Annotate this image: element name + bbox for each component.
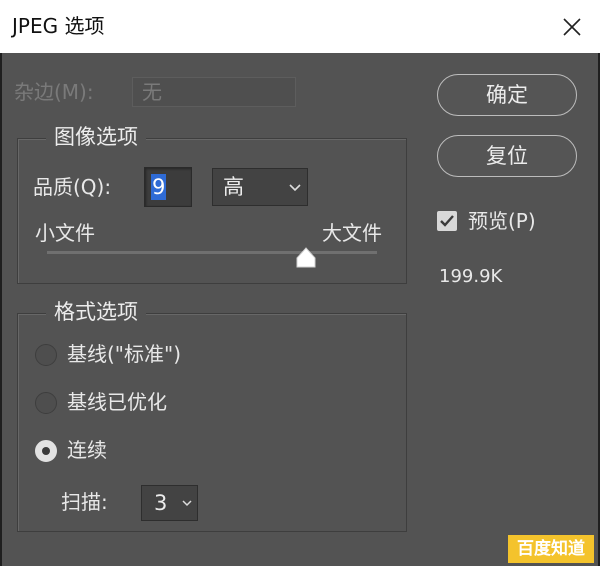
quality-label: 品质(Q):: [33, 175, 112, 199]
watermark-logo: 百度知道: [508, 535, 594, 563]
radio-label-progressive: 连续: [67, 438, 107, 462]
reset-button[interactable]: 复位: [437, 135, 577, 177]
scans-value: 3: [154, 491, 168, 515]
chevron-down-icon: [182, 500, 192, 507]
close-button[interactable]: [544, 0, 600, 53]
slider-thumb[interactable]: [295, 247, 317, 269]
quality-value: 9: [151, 174, 167, 200]
matte-value: 无: [142, 80, 162, 104]
preview-label[interactable]: 预览(P): [468, 208, 536, 234]
scans-select[interactable]: 3: [141, 485, 198, 521]
ok-button[interactable]: 确定: [437, 74, 577, 116]
radio-baseline-optimized[interactable]: [35, 392, 57, 414]
radio-label-baseline-standard: 基线("标准"): [67, 342, 182, 366]
radio-progressive[interactable]: [35, 440, 57, 462]
window-title: JPEG 选项: [12, 14, 105, 38]
scans-label: 扫描:: [61, 490, 108, 514]
slider-min-label: 小文件: [35, 221, 95, 245]
slider-max-label: 大文件: [322, 221, 382, 245]
matte-label: 杂边(M):: [14, 80, 94, 104]
format-options-legend: 格式选项: [46, 299, 146, 325]
image-options-group: [17, 138, 407, 284]
checkmark-icon: [440, 215, 454, 227]
file-size: 199.9K: [439, 266, 503, 287]
radio-label-baseline-optimized: 基线已优化: [67, 390, 167, 414]
preview-checkbox[interactable]: [437, 211, 457, 231]
quality-slider-track[interactable]: [47, 251, 377, 254]
quality-preset-select[interactable]: 高: [212, 168, 308, 206]
title-bar: JPEG 选项: [0, 0, 600, 53]
radio-baseline-standard[interactable]: [35, 344, 57, 366]
quality-preset-value: 高: [223, 175, 244, 199]
quality-input[interactable]: 9: [144, 167, 192, 207]
image-options-legend: 图像选项: [46, 124, 146, 150]
chevron-down-icon: [289, 184, 301, 192]
close-icon: [563, 17, 581, 36]
matte-select: 无: [132, 77, 296, 107]
